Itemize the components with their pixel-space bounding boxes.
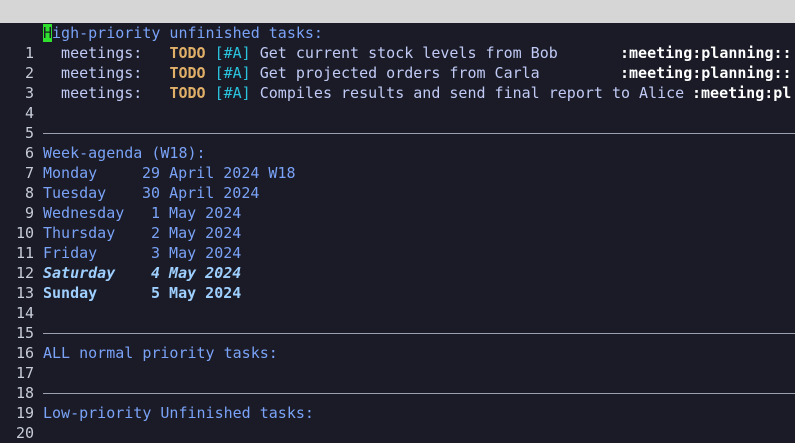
agenda-day-date: 4 May 2024 — [151, 264, 242, 282]
editor-line-9[interactable]: 9 Tuesday 30 April 2024 — [0, 183, 795, 222]
agenda-day-label: Wednesday — [43, 204, 125, 222]
agenda-day-label: Tuesday — [43, 184, 107, 202]
editor-line-12[interactable]: 12 Friday 3 May 2024 — [0, 243, 795, 282]
editor-line-4[interactable]: 4 meetings: TODO [#A] Compiles results a… — [0, 83, 795, 122]
task-category: meetings: — [43, 84, 170, 102]
editor-line-10[interactable]: 10 Wednesday 1 May 2024 — [0, 203, 795, 242]
agenda-day-date: 5 May 2024 — [151, 284, 242, 302]
editor-line-7[interactable]: 7 Week-agenda (W18): — [0, 143, 795, 182]
editor-line-14[interactable]: 14 Sunday 5 May 2024 — [0, 283, 795, 322]
todo-keyword: TODO — [169, 64, 206, 82]
editor-line-20[interactable]: 20 Low-priority Unfinished tasks: — [0, 403, 795, 442]
editor-line-2[interactable]: 2 meetings: TODO [#A] Get current stock … — [0, 43, 795, 82]
task-entry: meetings: TODO [#A] Get projected orders… — [43, 63, 540, 83]
agenda-day-date: 30 April 2024 — [142, 184, 260, 202]
editor-line-17[interactable]: 17 ALL normal priority tasks: — [0, 343, 795, 382]
task-category: meetings: — [43, 64, 170, 82]
section-separator — [43, 393, 795, 394]
task-category: meetings: — [43, 44, 170, 62]
agenda-day-date: 1 May 2024 — [151, 204, 242, 222]
agenda-day-label: Friday — [43, 244, 98, 262]
section-separator — [43, 133, 795, 134]
task-entry: meetings: TODO [#A] Compiles results and… — [43, 83, 684, 103]
task-entry: meetings: TODO [#A] Get current stock le… — [43, 43, 558, 63]
agenda-day-date: 3 May 2024 — [151, 244, 242, 262]
agenda-editor[interactable]: 1 High-priority unfinished tasks: 2 meet… — [0, 23, 795, 443]
task-title: Compiles results and send final report t… — [259, 84, 685, 102]
priority-cookie: [#A] — [214, 64, 251, 82]
section-separator — [43, 333, 795, 334]
editor-line-16[interactable]: 16 — [0, 323, 795, 362]
editor-line-6[interactable]: 6 — [0, 123, 795, 162]
todo-keyword: TODO — [169, 44, 206, 62]
editor-line-18[interactable]: 18 — [0, 363, 795, 402]
window-titlebar — [0, 0, 795, 23]
heading-text: igh-priority unfinished tasks: — [52, 24, 323, 42]
agenda-day-label: Sunday — [43, 284, 98, 302]
task-title: Get current stock levels from Bob — [259, 44, 558, 62]
editor-line-3[interactable]: 3 meetings: TODO [#A] Get projected orde… — [0, 63, 795, 102]
priority-cookie: [#A] — [214, 84, 251, 102]
editor-line-1[interactable]: 1 High-priority unfinished tasks: — [0, 23, 795, 62]
agenda-day-label: Monday — [43, 164, 98, 182]
editor-line-13[interactable]: 13 Saturday 4 May 2024 — [0, 263, 795, 302]
section-heading-normal-priority: ALL normal priority tasks: — [43, 344, 278, 362]
editor-line-5[interactable]: 5 — [0, 103, 795, 142]
agenda-day-date: 2 May 2024 — [151, 224, 242, 242]
todo-keyword: TODO — [169, 84, 206, 102]
agenda-day-label: Saturday — [43, 264, 116, 282]
editor-line-19[interactable]: 19 — [0, 383, 795, 422]
editor-line-8[interactable]: 8 Monday 29 April 2024 W18 — [0, 163, 795, 202]
line-number: 20 — [15, 424, 34, 442]
task-tags: :meeting:planning:: — [620, 64, 792, 82]
priority-cookie: [#A] — [214, 44, 251, 62]
editor-line-15[interactable]: 15 — [0, 303, 795, 342]
section-heading-low-priority: Low-priority Unfinished tasks: — [43, 404, 314, 422]
task-tags: :meeting:planning:: — [620, 44, 792, 62]
agenda-day-date: 29 April 2024 W18 — [142, 164, 296, 182]
week-agenda-heading: Week-agenda (W18): — [43, 144, 206, 162]
section-heading-high-priority: High-priority unfinished tasks: — [43, 23, 323, 43]
agenda-day-label: Thursday — [43, 224, 116, 242]
editor-line-11[interactable]: 11 Thursday 2 May 2024 — [0, 223, 795, 262]
text-cursor: H — [43, 24, 53, 42]
task-tags: :meeting:pl — [692, 84, 792, 102]
task-title: Get projected orders from Carla — [259, 64, 540, 82]
